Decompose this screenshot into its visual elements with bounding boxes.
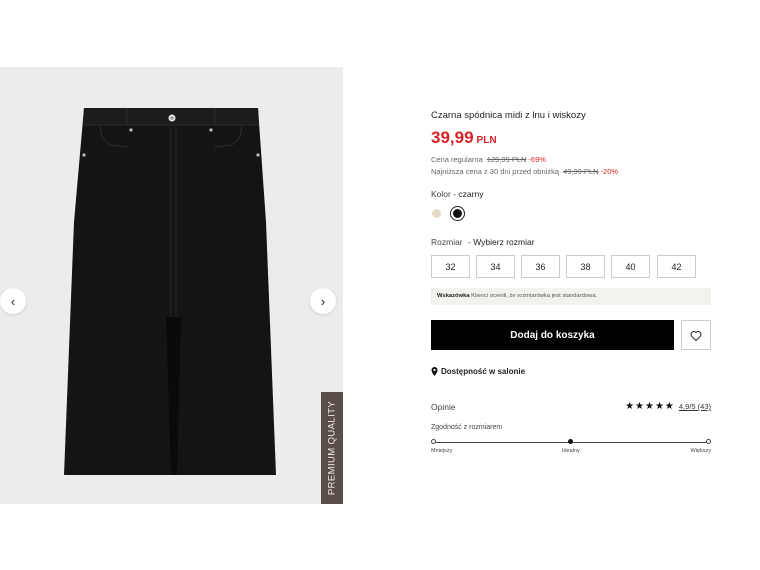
size-option-38[interactable]: 38 <box>566 255 605 278</box>
lowest-price-line: Najniższa cena z 30 dni przed obniżką 49… <box>431 167 618 176</box>
wishlist-button[interactable] <box>681 320 711 350</box>
color-label: Kolor <box>431 189 451 199</box>
gallery-prev-button[interactable]: ‹ <box>0 288 26 314</box>
size-fit-hint-title: Wskazówka <box>437 293 470 299</box>
lowest-price-value: 49,99 PLN <box>563 167 599 176</box>
product-title: Czarna spódnica midi z lnu i wiskozy <box>431 110 586 121</box>
fit-scale-dot-larger <box>706 439 711 444</box>
size-fit-label: Zgodność z rozmiarem <box>431 424 503 431</box>
add-to-cart-button[interactable]: Dodaj do koszyka <box>431 320 674 350</box>
size-fit-hint: Wskazówka Klienci ocenili, że rozmiarówk… <box>431 288 711 305</box>
fit-scale-marker <box>568 439 573 444</box>
color-selector-label: Kolor - czarny <box>431 189 484 199</box>
lowest-price-discount: -20% <box>600 167 619 176</box>
price-currency: PLN <box>476 135 497 146</box>
chevron-left-icon: ‹ <box>10 293 16 309</box>
map-pin-icon <box>431 367 438 376</box>
color-swatch-beige[interactable] <box>432 209 441 218</box>
premium-quality-badge: PREMIUM QUALITY <box>321 392 343 504</box>
regular-price-discount: -69% <box>528 155 546 164</box>
size-option-32[interactable]: 32 <box>431 255 470 278</box>
size-option-40[interactable]: 40 <box>611 255 650 278</box>
reviews-label: Opinie <box>431 402 456 412</box>
store-availability-link[interactable]: Dostępność w salonie <box>431 367 525 376</box>
product-image-gallery[interactable]: ‹ › PREMIUM QUALITY <box>0 67 343 504</box>
product-image <box>0 67 343 504</box>
size-prompt: Wybierz rozmiar <box>473 237 535 247</box>
chevron-right-icon: › <box>320 293 326 309</box>
store-availability-label: Dostępność w salonie <box>441 367 526 376</box>
lowest-price-label: Najniższa cena z 30 dni przed obniżką <box>431 167 559 176</box>
color-value: czarny <box>458 189 484 199</box>
fit-label-smaller: Mniejszy <box>431 448 453 454</box>
regular-price-line: Cena regularna 129,99 PLN -69% <box>431 155 546 164</box>
size-label: Rozmiar <box>431 237 463 247</box>
price-amount: 39,99 <box>431 128 474 147</box>
color-swatch-black[interactable] <box>450 206 465 221</box>
size-option-36[interactable]: 36 <box>521 255 560 278</box>
fit-label-ideal: Idealny <box>562 448 580 454</box>
rating-stars: ★★★★★ <box>625 401 675 412</box>
size-option-42[interactable]: 42 <box>657 255 696 278</box>
fit-label-larger: Większy <box>690 448 711 454</box>
heart-icon <box>690 330 702 341</box>
gallery-next-button[interactable]: › <box>310 288 336 314</box>
premium-quality-label: PREMIUM QUALITY <box>326 400 338 496</box>
product-price: 39,99 PLN <box>431 128 497 148</box>
size-option-34[interactable]: 34 <box>476 255 515 278</box>
fit-scale-dot-smaller <box>431 439 436 444</box>
regular-price-value: 129,99 PLN <box>486 155 527 164</box>
size-selector-label: Rozmiar - Wybierz rozmiar <box>431 237 535 247</box>
size-fit-hint-text: Klienci ocenili, że rozmiarówka jest sta… <box>471 293 598 299</box>
rating-score[interactable]: 4,9/5 (43) <box>679 402 711 411</box>
size-value: - Wybierz rozmiar <box>468 237 535 247</box>
regular-price-label: Cena regularna <box>431 155 483 164</box>
rating-summary[interactable]: ★★★★★ 4,9/5 (43) <box>625 401 711 412</box>
